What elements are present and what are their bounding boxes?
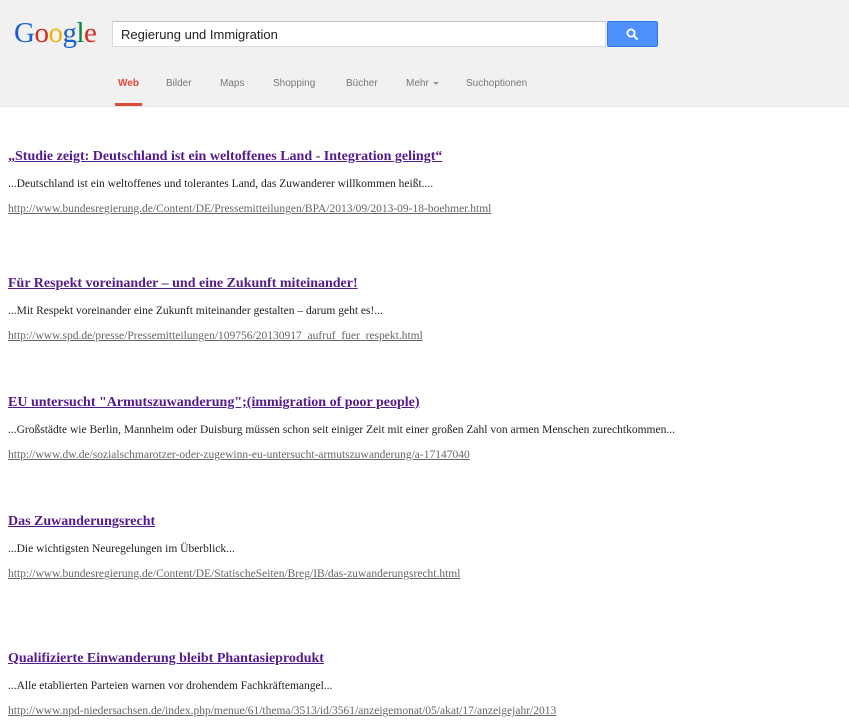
result-url-link[interactable]: http://www.dw.de/sozialschmarotzer-oder-…: [8, 447, 470, 463]
result-snippet: ...Deutschland ist ein weltoffenes und t…: [8, 178, 434, 190]
tab-label: Web: [118, 78, 139, 89]
tab-bilder[interactable]: Bilder: [166, 67, 192, 106]
tab-label: Suchoptionen: [466, 78, 528, 89]
logo-letter: o: [48, 17, 63, 49]
result-url-link[interactable]: http://www.bundesregierung.de/Content/DE…: [8, 566, 460, 582]
logo-letter: G: [14, 17, 35, 49]
search-icon: [626, 28, 639, 41]
result-snippet: ...Mit Respekt voreinander eine Zukunft …: [8, 305, 383, 317]
search-result: Das Zuwanderungsrecht ...Die wichtigsten…: [8, 513, 838, 580]
google-logo[interactable]: Google: [14, 16, 97, 50]
tab-mehr[interactable]: Mehr: [406, 67, 439, 106]
result-title-link[interactable]: „Studie zeigt: Deutschland ist ein welto…: [8, 148, 838, 166]
logo-letter: o: [34, 17, 49, 49]
logo-letter: l: [76, 17, 85, 49]
tab-label: Shopping: [273, 78, 316, 89]
result-url-link[interactable]: http://www.bundesregierung.de/Content/DE…: [8, 201, 491, 217]
search-result: Für Respekt voreinander – und eine Zukun…: [8, 275, 838, 342]
tab-web[interactable]: Web: [115, 67, 142, 106]
result-snippet: ...Die wichtigsten Neuregelungen im Über…: [8, 543, 235, 555]
tab-buecher[interactable]: Bücher: [346, 67, 378, 106]
result-url-link[interactable]: http://www.npd-niedersachsen.de/index.ph…: [8, 703, 556, 719]
tab-shopping[interactable]: Shopping: [273, 67, 315, 106]
result-snippet: ...Alle etablierten Parteien warnen vor …: [8, 680, 333, 692]
search-result: Qualifizierte Einwanderung bleibt Phanta…: [8, 650, 838, 717]
tab-suchoptionen[interactable]: Suchoptionen: [466, 67, 527, 106]
tab-label: Bilder: [166, 78, 192, 89]
result-title-link[interactable]: Das Zuwanderungsrecht: [8, 513, 838, 531]
result-title-link[interactable]: Qualifizierte Einwanderung bleibt Phanta…: [8, 650, 838, 668]
tab-label: Bücher: [346, 78, 378, 89]
search-nav: Web Bilder Maps Shopping Bücher Mehr Suc…: [0, 67, 849, 107]
result-snippet: ...Großstädte wie Berlin, Mannheim oder …: [8, 424, 675, 436]
tab-label: Mehr: [406, 78, 429, 89]
result-title-link[interactable]: EU untersucht "Armutszuwanderung";(immig…: [8, 394, 838, 412]
search-result: „Studie zeigt: Deutschland ist ein welto…: [8, 148, 838, 215]
tab-maps[interactable]: Maps: [220, 67, 244, 106]
search-input[interactable]: [112, 21, 606, 47]
search-button[interactable]: [607, 21, 658, 47]
result-url-link[interactable]: http://www.spd.de/presse/Pressemitteilun…: [8, 328, 423, 344]
result-title-link[interactable]: Für Respekt voreinander – und eine Zukun…: [8, 275, 838, 293]
logo-letter: g: [62, 17, 77, 49]
search-result: EU untersucht "Armutszuwanderung";(immig…: [8, 394, 838, 461]
logo-letter: e: [84, 17, 97, 49]
top-bar: Google: [0, 0, 849, 67]
tab-label: Maps: [220, 78, 245, 89]
caret-down-icon: [432, 81, 439, 85]
